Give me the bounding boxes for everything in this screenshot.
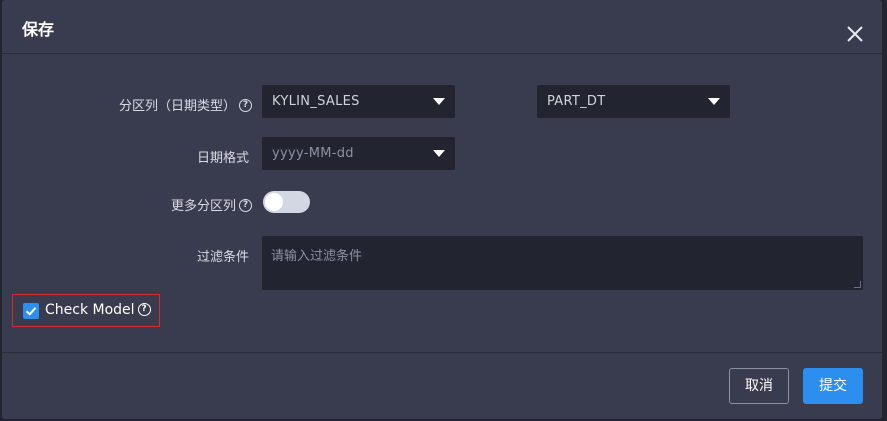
chevron-down-icon: [433, 150, 445, 157]
more-partition-toggle[interactable]: [263, 191, 310, 213]
submit-button[interactable]: 提交: [803, 368, 863, 404]
filter-label: 过滤条件: [196, 250, 249, 265]
partition-column-select[interactable]: PART_DT: [537, 85, 730, 118]
partition-label: 分区列（日期类型）: [118, 99, 236, 114]
help-icon[interactable]: ?: [137, 302, 151, 316]
more-partition-label: 更多分区列: [170, 199, 236, 214]
check-model-label-row: Check Model?: [45, 302, 151, 318]
resize-handle-icon[interactable]: [854, 281, 861, 288]
dialog-header: 保存: [2, 0, 882, 54]
check-model-group: Check Model?: [12, 294, 160, 327]
checkmark-icon: [25, 307, 37, 316]
partition-column-value: PART_DT: [547, 94, 606, 109]
date-format-placeholder: yyyy-MM-dd: [272, 146, 354, 161]
chevron-down-icon: [708, 98, 720, 105]
check-model-label: Check Model: [45, 302, 135, 318]
filter-placeholder: 请输入过滤条件: [271, 249, 363, 264]
date-format-label: 日期格式: [196, 151, 249, 166]
close-icon[interactable]: [844, 23, 866, 45]
save-dialog: 保存 分区列（日期类型）? KYLIN_SALES PART_DT 日期格式 y…: [2, 0, 882, 419]
toggle-knob: [265, 193, 283, 211]
partition-label-row: 分区列（日期类型）?: [119, 95, 252, 114]
chevron-down-icon: [433, 98, 445, 105]
filter-textarea[interactable]: 请输入过滤条件: [262, 236, 863, 290]
help-icon[interactable]: ?: [239, 199, 252, 212]
footer-divider: [2, 352, 882, 353]
dialog-title: 保存: [22, 20, 55, 39]
partition-table-select[interactable]: KYLIN_SALES: [262, 85, 455, 118]
cancel-button[interactable]: 取消: [729, 368, 789, 404]
partition-table-value: KYLIN_SALES: [272, 94, 360, 109]
help-icon[interactable]: ?: [239, 99, 252, 112]
date-format-select[interactable]: yyyy-MM-dd: [262, 137, 455, 170]
more-partition-label-row: 更多分区列?: [171, 195, 252, 214]
check-model-checkbox[interactable]: [23, 303, 39, 319]
